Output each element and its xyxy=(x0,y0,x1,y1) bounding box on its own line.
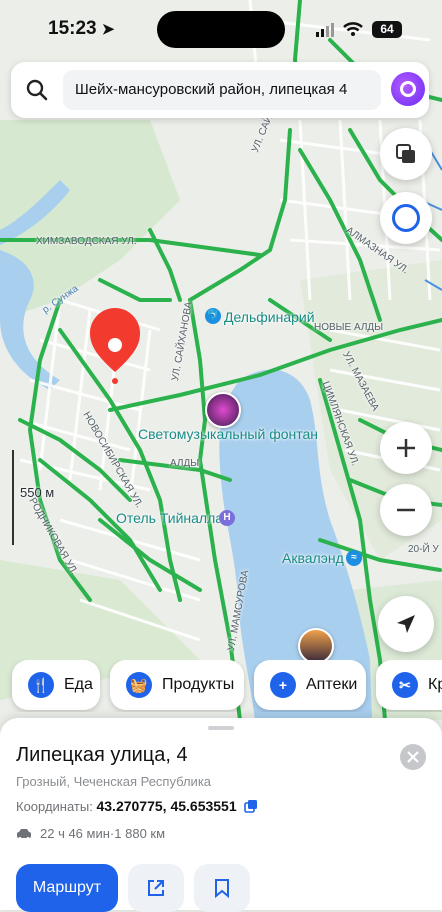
fountain-label[interactable]: Светомузыкальный фонтан xyxy=(138,426,318,442)
place-photo[interactable] xyxy=(298,628,334,664)
copy-icon[interactable] xyxy=(244,799,258,813)
fork-knife-icon: 🍴 xyxy=(28,672,54,698)
navigation-arrow-icon xyxy=(397,615,415,633)
route-info: 22 ч 46 мин · 1 880 км xyxy=(16,826,165,841)
hotel-label[interactable]: Отель Тийналла xyxy=(116,510,223,526)
assistant-map-button[interactable] xyxy=(380,192,432,244)
aqualand-poi-icon[interactable]: ≈ xyxy=(346,550,362,566)
share-button[interactable] xyxy=(128,864,184,912)
status-bar: 15:23 ➤ 64 xyxy=(0,0,442,58)
street-label: ХИМЗАВОДСКАЯ УЛ. xyxy=(36,236,137,247)
sheet-handle[interactable] xyxy=(208,726,234,730)
hotel-poi-icon[interactable]: H xyxy=(219,510,235,526)
bookmark-button[interactable] xyxy=(194,864,250,912)
scissors-icon: ✂ xyxy=(392,672,418,698)
place-card[interactable]: Липецкая улица, 4 Грозный, Чеченская Рес… xyxy=(0,718,442,912)
fountain-photo[interactable] xyxy=(205,392,241,428)
layers-icon xyxy=(396,144,415,163)
aqualand-label[interactable]: Аквалэнд xyxy=(282,550,344,566)
coordinates-label: Координаты: xyxy=(16,799,93,814)
status-time: 15:23 ➤ xyxy=(48,18,115,39)
chip-food[interactable]: 🍴 Еда xyxy=(12,660,100,710)
basket-icon: 🧺 xyxy=(126,672,152,698)
search-query: Шейх-мансуровский район, липецкая 4 xyxy=(75,81,348,98)
close-icon xyxy=(407,751,419,763)
location-arrow-icon: ➤ xyxy=(101,21,115,38)
plus-icon xyxy=(397,439,415,457)
dolphinarium-poi-icon[interactable]: 🐬 xyxy=(205,308,221,324)
zoom-out-button[interactable] xyxy=(380,484,432,536)
district-label: АЛДЫ xyxy=(170,458,200,469)
search-bar[interactable]: Шейх-мансуровский район, липецкая 4 xyxy=(11,62,429,118)
place-title: Липецкая улица, 4 xyxy=(16,744,188,766)
car-icon xyxy=(17,828,31,840)
category-chips: 🍴 Еда 🧺 Продукты + Аптеки ✂ Кр xyxy=(0,660,442,712)
search-input[interactable]: Шейх-мансуровский район, липецкая 4 xyxy=(63,70,381,110)
chip-beauty[interactable]: ✂ Кр xyxy=(376,660,442,710)
district-label: НОВЫЕ АЛДЫ xyxy=(314,322,384,333)
route-distance: 1 880 км xyxy=(114,826,166,841)
plus-icon: + xyxy=(270,672,296,698)
battery-indicator: 64 xyxy=(372,21,402,38)
search-icon[interactable] xyxy=(25,78,49,102)
close-button[interactable] xyxy=(400,744,426,770)
street-label: 20-Й У xyxy=(408,544,439,555)
layers-button[interactable] xyxy=(380,128,432,180)
wifi-icon xyxy=(343,22,363,36)
coordinates-row: Координаты: 43.270775, 45.653551 xyxy=(16,798,258,814)
scale-label: 550 м xyxy=(20,485,55,500)
chip-pharmacy[interactable]: + Аптеки xyxy=(254,660,366,710)
coordinates-value[interactable]: 43.270775, 45.653551 xyxy=(96,798,236,814)
route-button[interactable]: Маршрут xyxy=(16,864,118,912)
bookmark-icon xyxy=(215,879,229,898)
chip-groceries[interactable]: 🧺 Продукты xyxy=(110,660,244,710)
alice-orb-icon xyxy=(392,204,420,232)
my-location-button[interactable] xyxy=(378,596,434,652)
minus-icon xyxy=(397,508,415,512)
place-subtitle: Грозный, Чеченская Республика xyxy=(16,774,212,789)
share-icon xyxy=(148,880,164,896)
dynamic-island xyxy=(157,11,285,48)
zoom-in-button[interactable] xyxy=(380,422,432,474)
signal-icon xyxy=(316,23,334,37)
alice-assistant-icon[interactable] xyxy=(391,72,425,106)
dolphinarium-label[interactable]: Дельфинарий xyxy=(224,309,315,325)
route-time: 22 ч 46 мин xyxy=(40,826,110,841)
